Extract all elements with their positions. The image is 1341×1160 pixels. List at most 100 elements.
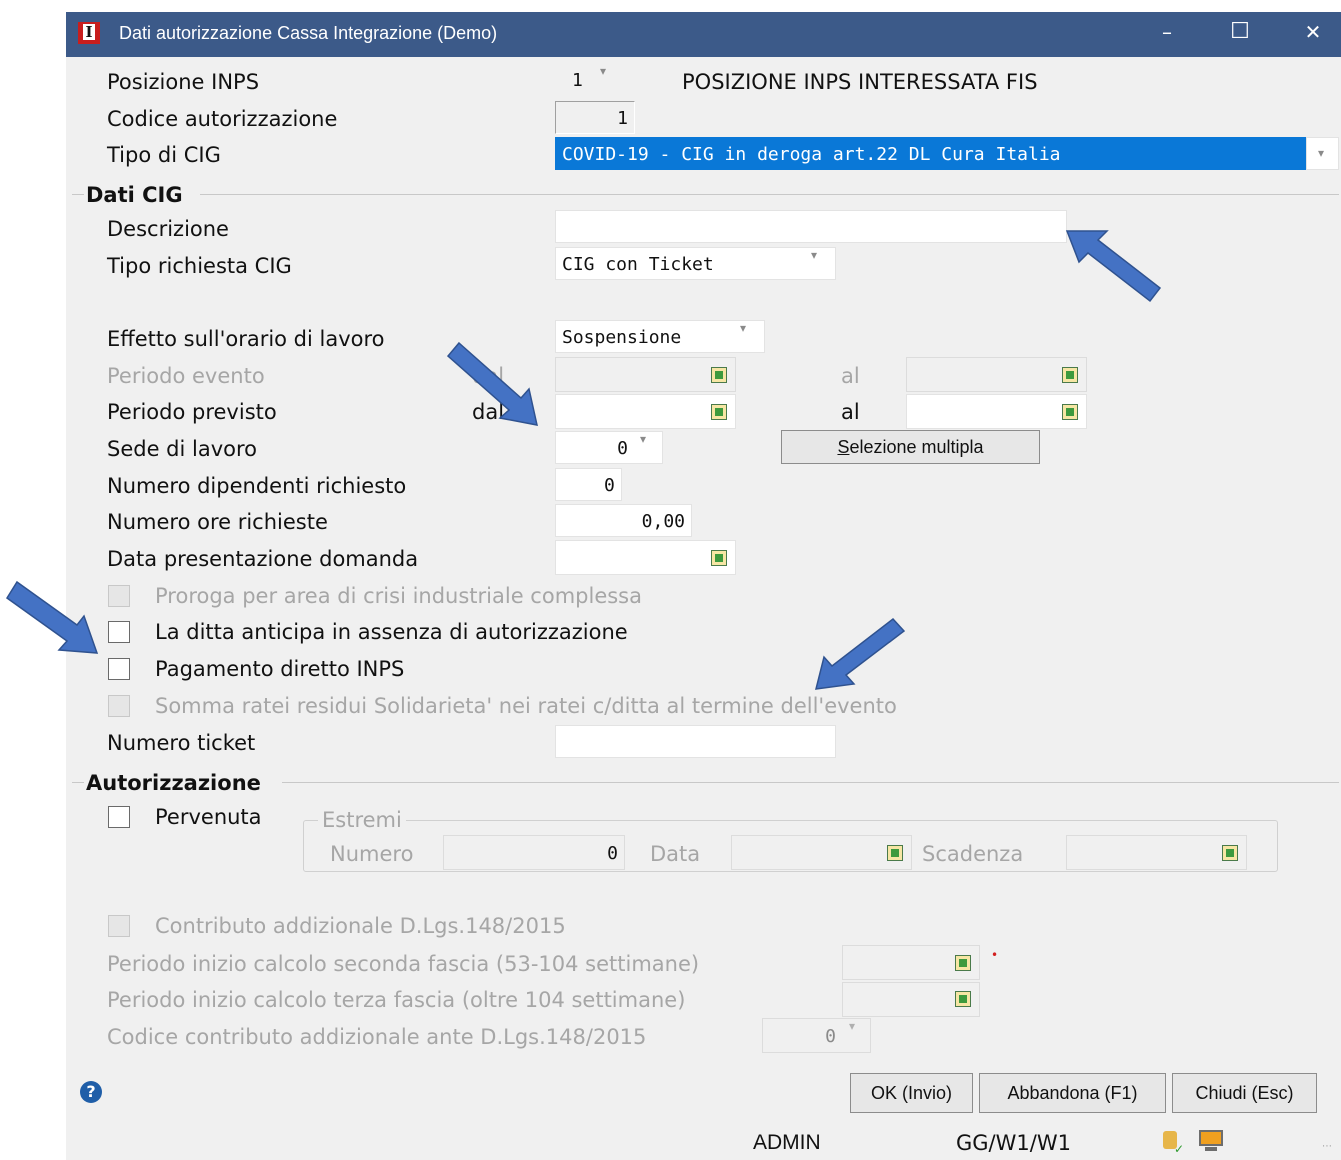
- terza-fascia-label: Periodo inizio calcolo terza fascia (olt…: [107, 988, 686, 1012]
- tipo-richiesta-value: CIG con Ticket: [562, 254, 714, 275]
- numero-ore-label: Numero ore richieste: [107, 510, 328, 534]
- tipo-cig-select[interactable]: COVID-19 - CIG in deroga art.22 DL Cura …: [555, 137, 1306, 170]
- calendar-icon[interactable]: [711, 550, 727, 566]
- numero-dipendenti-label: Numero dipendenti richiesto: [107, 474, 407, 498]
- estremi-scadenza-field: [1066, 835, 1247, 870]
- ok-button[interactable]: OK (Invio): [850, 1073, 973, 1113]
- status-user: ADMIN: [753, 1131, 821, 1154]
- tipo-cig-dropdown-button[interactable]: ▾: [1306, 137, 1339, 170]
- periodo-evento-from-field: [555, 357, 736, 392]
- section-title-autorizzazione: Autorizzazione: [86, 771, 261, 795]
- required-mark: •: [991, 948, 999, 962]
- chevron-down-icon: ▾: [600, 64, 607, 78]
- pagamento-diretto-checkbox[interactable]: [108, 658, 130, 680]
- sede-lavoro-label: Sede di lavoro: [107, 437, 258, 461]
- maximize-button[interactable]: ☐: [1211, 12, 1269, 57]
- estremi-numero-field: 0: [443, 835, 625, 870]
- chevron-down-icon: ▾: [811, 248, 818, 262]
- tipo-cig-label: Tipo di CIG: [107, 143, 221, 167]
- calendar-icon: [1062, 367, 1078, 383]
- effetto-orario-label: Effetto sull'orario di lavoro: [107, 327, 385, 351]
- pervenuta-checkbox[interactable]: [108, 806, 130, 828]
- selezione-multipla-label: elezione multipla: [849, 437, 984, 457]
- codice-autorizzazione-field: 1: [555, 101, 635, 134]
- posizione-inps-select[interactable]: 1 ▾: [555, 63, 620, 96]
- abbandona-button[interactable]: Abbandona (F1): [979, 1073, 1166, 1113]
- help-icon[interactable]: ?: [80, 1081, 102, 1103]
- periodo-previsto-to-label: al: [841, 400, 860, 424]
- calendar-icon[interactable]: [1062, 404, 1078, 420]
- chevron-down-icon: ▾: [740, 321, 747, 335]
- descrizione-input[interactable]: [555, 210, 1067, 243]
- estremi-group-title: Estremi: [318, 808, 406, 832]
- arrow-annotation-checkboxes: [5, 580, 99, 654]
- resize-grip-icon[interactable]: ⋯: [1322, 1141, 1338, 1157]
- numero-ticket-input[interactable]: [555, 725, 836, 758]
- arrow-annotation-descrizione: [1065, 230, 1162, 303]
- check-icon: ✓: [1174, 1142, 1185, 1156]
- tipo-richiesta-label: Tipo richiesta CIG: [107, 254, 292, 278]
- section-title-dati-cig: Dati CIG: [86, 183, 183, 207]
- calendar-icon: [955, 991, 971, 1007]
- selezione-multipla-mnemonic: S: [837, 437, 850, 457]
- calendar-icon: [711, 367, 727, 383]
- title-bar: Dati autorizzazione Cassa Integrazione (…: [66, 12, 1341, 57]
- sede-lavoro-select[interactable]: 0 ▾: [555, 431, 663, 464]
- window-title: Dati autorizzazione Cassa Integrazione (…: [119, 23, 498, 43]
- pagamento-diretto-label: Pagamento diretto INPS: [155, 657, 405, 681]
- posizione-inps-value: 1: [572, 70, 583, 91]
- somma-ratei-label: Somma ratei residui Solidarieta' nei rat…: [155, 694, 897, 718]
- data-presentazione-input[interactable]: [555, 540, 736, 575]
- chevron-down-icon: ▾: [640, 432, 647, 446]
- seconda-fascia-label: Periodo inizio calcolo seconda fascia (5…: [107, 952, 700, 976]
- codice-ante-select: 0 ▾: [762, 1018, 871, 1053]
- estremi-data-label: Data: [650, 842, 701, 866]
- ditta-anticipa-checkbox[interactable]: [108, 621, 130, 643]
- periodo-previsto-from-input[interactable]: [555, 394, 736, 429]
- section-separator: [72, 194, 84, 195]
- calendar-icon[interactable]: [711, 404, 727, 420]
- effetto-orario-select[interactable]: Sospensione ▾: [555, 320, 765, 353]
- numero-dipendenti-input[interactable]: 0: [555, 468, 622, 501]
- tipo-richiesta-select[interactable]: CIG con Ticket ▾: [555, 247, 836, 280]
- contributo-label: Contributo addizionale D.Lgs.148/2015: [155, 914, 566, 938]
- arrow-annotation-periodo: [446, 341, 538, 426]
- minimize-button[interactable]: –: [1138, 12, 1196, 57]
- arrow-annotation-somma-ratei: [815, 617, 906, 690]
- codice-ante-label: Codice contributo addizionale ante D.Lgs…: [107, 1025, 647, 1049]
- periodo-previsto-to-input[interactable]: [906, 394, 1087, 429]
- section-separator: [282, 782, 1339, 783]
- close-button[interactable]: ✕: [1284, 12, 1341, 57]
- monitor-stand-icon: [1205, 1147, 1217, 1151]
- calendar-icon: [1222, 845, 1238, 861]
- periodo-evento-label: Periodo evento: [107, 364, 265, 388]
- estremi-numero-label: Numero: [330, 842, 414, 866]
- app-icon: [78, 22, 100, 44]
- data-presentazione-label: Data presentazione domanda: [107, 547, 419, 571]
- codice-autorizzazione-label: Codice autorizzazione: [107, 107, 338, 131]
- chevron-down-icon: ▾: [1318, 146, 1325, 160]
- periodo-previsto-label: Periodo previsto: [107, 400, 277, 424]
- codice-ante-value: 0: [825, 1026, 836, 1047]
- proroga-label: Proroga per area di crisi industriale co…: [155, 584, 642, 608]
- descrizione-label: Descrizione: [107, 217, 229, 241]
- sede-lavoro-value: 0: [617, 438, 628, 459]
- chiudi-button[interactable]: Chiudi (Esc): [1172, 1073, 1317, 1113]
- effetto-orario-value: Sospensione: [562, 327, 682, 348]
- periodo-evento-to-field: [906, 357, 1087, 392]
- ditta-anticipa-label: La ditta anticipa in assenza di autorizz…: [155, 620, 628, 644]
- calendar-icon: [887, 845, 903, 861]
- pervenuta-label: Pervenuta: [155, 805, 262, 829]
- somma-ratei-checkbox: [108, 695, 130, 717]
- estremi-scadenza-label: Scadenza: [922, 842, 1024, 866]
- selezione-multipla-button[interactable]: Selezione multipla: [781, 430, 1040, 464]
- periodo-evento-to-label: al: [841, 364, 860, 388]
- posizione-inps-label: Posizione INPS: [107, 70, 260, 94]
- numero-ticket-label: Numero ticket: [107, 731, 256, 755]
- section-separator: [200, 194, 1339, 195]
- section-separator: [72, 782, 84, 783]
- proroga-checkbox: [108, 585, 130, 607]
- posizione-inps-description: POSIZIONE INPS INTERESSATA FIS: [682, 70, 1038, 94]
- status-code: GG/W1/W1: [956, 1131, 1071, 1155]
- numero-ore-input[interactable]: 0,00: [555, 504, 692, 537]
